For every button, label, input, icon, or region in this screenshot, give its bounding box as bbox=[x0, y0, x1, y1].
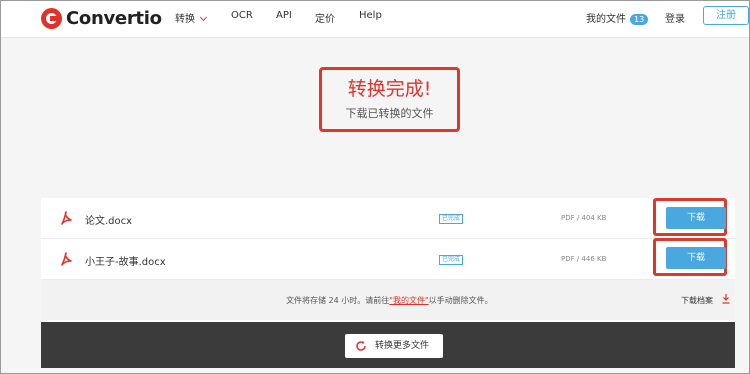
status-badge: 已完成 bbox=[439, 214, 464, 224]
file-row: 小王子-故事.docx 已完成 PDF / 446 KB bbox=[41, 239, 735, 280]
nav-api[interactable]: API bbox=[276, 10, 292, 21]
convert-more-button[interactable]: 转换更多文件 bbox=[345, 334, 443, 358]
convert-more-label: 转换更多文件 bbox=[375, 341, 430, 351]
notice-text-before: 文件将存储 24 小时。请前往 bbox=[286, 296, 390, 305]
storage-notice: 文件将存储 24 小时。请前往"我的文件"以手动删除文件。 bbox=[286, 295, 493, 306]
file-name: 论文.docx bbox=[85, 216, 133, 227]
status-badge: 已完成 bbox=[439, 255, 464, 265]
nav-ocr[interactable]: OCR bbox=[231, 10, 253, 21]
nav-convert[interactable]: 转换 bbox=[175, 10, 208, 25]
signup-button[interactable]: 注册 bbox=[703, 6, 749, 25]
download-button[interactable]: 下载 bbox=[666, 207, 726, 229]
refresh-icon bbox=[356, 341, 366, 351]
top-navbar: Convertio 转换 OCR API 定价 Help 我的文件 13 登录 注… bbox=[1, 1, 749, 38]
login-link[interactable]: 登录 bbox=[665, 10, 685, 25]
nav-pricing[interactable]: 定价 bbox=[315, 10, 335, 25]
convertio-logo-icon bbox=[41, 8, 62, 29]
download-arrow-icon[interactable] bbox=[722, 294, 730, 304]
my-files-link[interactable]: 我的文件 13 bbox=[586, 10, 649, 25]
conversion-complete-banner: 转换完成! 下载已转换的文件 bbox=[319, 67, 460, 132]
file-row: 论文.docx 已完成 PDF / 404 KB bbox=[41, 198, 735, 239]
page-title: 转换完成! bbox=[347, 78, 432, 100]
file-name: 小王子-故事.docx bbox=[85, 257, 166, 268]
logo[interactable]: Convertio bbox=[41, 8, 162, 29]
download-highlight: 下载 bbox=[653, 238, 727, 276]
file-meta: PDF / 404 KB bbox=[561, 214, 607, 222]
download-highlight: 下载 bbox=[653, 198, 727, 236]
my-files-label: 我的文件 bbox=[586, 14, 626, 25]
download-button[interactable]: 下载 bbox=[666, 247, 726, 269]
storage-notice-row: 文件将存储 24 小时。请前往"我的文件"以手动删除文件。 下载档案 bbox=[41, 280, 735, 320]
file-list-panel: 论文.docx 已完成 PDF / 404 KB 小王子-故事.docx 已完成… bbox=[41, 198, 735, 368]
chevron-down-icon bbox=[199, 13, 208, 22]
nav-convert-label: 转换 bbox=[175, 14, 195, 25]
page-subtitle: 下载已转换的文件 bbox=[345, 107, 434, 120]
pdf-file-icon bbox=[61, 211, 72, 225]
download-archive-link[interactable]: 下载档案 bbox=[681, 295, 713, 306]
logo-text: Convertio bbox=[66, 8, 162, 29]
convert-more-bar: 转换更多文件 bbox=[41, 322, 735, 368]
pdf-file-icon bbox=[61, 252, 72, 266]
nav-help[interactable]: Help bbox=[359, 10, 382, 21]
my-files-notice-link[interactable]: "我的文件" bbox=[389, 296, 428, 305]
file-meta: PDF / 446 KB bbox=[561, 255, 607, 263]
my-files-count-badge: 13 bbox=[630, 14, 649, 25]
notice-text-after: 以手动删除文件。 bbox=[428, 296, 493, 305]
